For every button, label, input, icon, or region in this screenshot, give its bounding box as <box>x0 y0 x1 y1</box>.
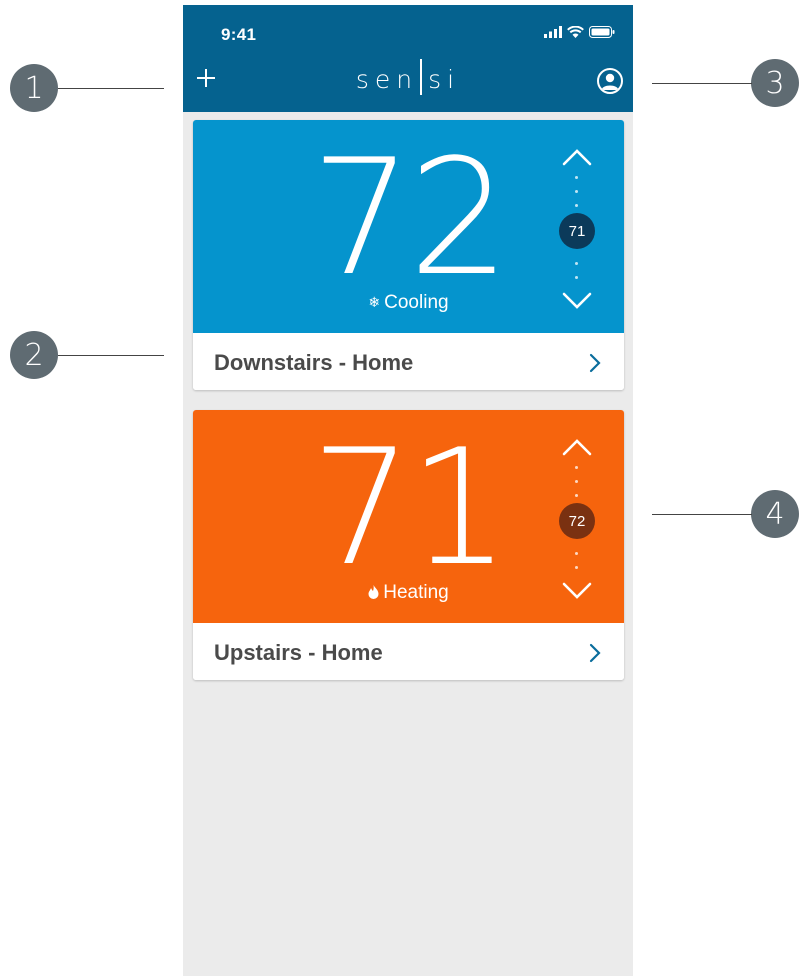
app-logo: sen si <box>183 59 633 95</box>
callout-1: 1 <box>10 64 58 112</box>
callout-3: 3 <box>751 59 799 107</box>
room-name: Downstairs - Home <box>214 350 414 375</box>
dot <box>575 190 578 193</box>
profile-glyph-icon <box>601 73 619 90</box>
chevron-right-icon[interactable] <box>588 352 602 374</box>
chevron-up-icon[interactable] <box>561 436 593 458</box>
logo-text-left: sen <box>355 65 419 94</box>
mode-text: Cooling <box>384 292 449 313</box>
app-header: 9:41 sen si <box>183 5 633 112</box>
dot <box>575 494 578 497</box>
battery-icon <box>589 26 615 38</box>
status-time: 9:41 <box>221 25 257 44</box>
status-icons <box>544 26 615 38</box>
signal-icon <box>544 26 562 38</box>
callout-3-line <box>652 83 752 84</box>
logo-text-right: si <box>428 65 461 94</box>
callout-2: 2 <box>10 331 58 379</box>
callout-1-line <box>58 88 164 89</box>
thermostat-display: 72 ❄ Cooling 71 <box>193 120 624 333</box>
callout-4-line <box>652 514 752 515</box>
room-row[interactable]: Upstairs - Home <box>193 623 624 680</box>
dot <box>575 262 578 265</box>
wifi-icon <box>567 26 584 38</box>
setpoint-badge: 72 <box>559 503 595 539</box>
thermostat-card-upstairs[interactable]: 71 Heating 72 Upstairs - Home <box>193 410 624 680</box>
dot <box>575 276 578 279</box>
chevron-down-icon[interactable] <box>561 290 593 312</box>
dot <box>575 466 578 469</box>
setpoint-badge: 71 <box>559 213 595 249</box>
logo-divider <box>420 59 423 95</box>
dot <box>575 480 578 483</box>
dot <box>575 204 578 207</box>
callout-2-line <box>58 355 164 356</box>
flame-icon <box>368 585 379 599</box>
dot <box>575 552 578 555</box>
thermostat-card-downstairs[interactable]: 72 ❄ Cooling 71 Downstairs - Home <box>193 120 624 390</box>
room-row[interactable]: Downstairs - Home <box>193 333 624 390</box>
dot <box>575 176 578 179</box>
chevron-down-icon[interactable] <box>561 580 593 602</box>
setpoint-control: 71 <box>555 138 599 318</box>
phone-screen: 9:41 sen si 72 ❄ Cooling 71 Downstairs -… <box>183 5 633 976</box>
chevron-up-icon[interactable] <box>561 146 593 168</box>
room-name: Upstairs - Home <box>214 640 383 665</box>
profile-icon[interactable] <box>597 68 623 94</box>
dot <box>575 566 578 569</box>
setpoint-control: 72 <box>555 428 599 608</box>
mode-text: Heating <box>383 582 449 603</box>
snowflake-icon: ❄ <box>368 294 381 310</box>
thermostat-display: 71 Heating 72 <box>193 410 624 623</box>
callout-4: 4 <box>751 490 799 538</box>
chevron-right-icon[interactable] <box>588 642 602 664</box>
